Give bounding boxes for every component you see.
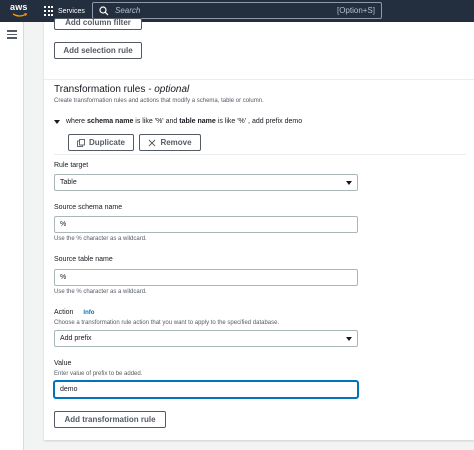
services-menu-button[interactable]: Services <box>44 4 85 18</box>
grid-icon <box>44 6 54 16</box>
aws-logo-text: aws <box>10 2 28 12</box>
rule-target-value: Table <box>60 179 77 186</box>
dropdown-icon <box>346 180 352 185</box>
action-label: Action Info <box>54 309 94 316</box>
source-table-value: % <box>60 274 67 281</box>
value-hint: Enter value of prefix to be added. <box>54 371 143 377</box>
action-value: Add prefix <box>60 335 92 342</box>
value-label: Value <box>54 360 72 367</box>
main-panel: Add column filter Add selection rule Tra… <box>44 18 474 440</box>
action-select[interactable]: Add prefix <box>54 330 358 347</box>
aws-logo[interactable]: aws <box>10 2 30 20</box>
dropdown-icon <box>346 336 352 341</box>
add-transformation-rule-button[interactable]: Add transformation rule <box>54 411 166 428</box>
section-divider <box>44 79 474 80</box>
source-table-input[interactable]: % <box>54 269 358 286</box>
info-link[interactable]: Info <box>83 310 94 316</box>
source-table-label: Source table name <box>54 256 113 263</box>
value-input-value: demo <box>60 386 78 393</box>
action-label-text: Action <box>54 309 74 316</box>
duplicate-button[interactable]: Duplicate <box>68 134 134 151</box>
source-table-hint: Use the % character as a wildcard. <box>54 289 147 295</box>
rule-summary-text: where schema name is like '%' and table … <box>66 118 303 125</box>
rule-target-label: Rule target <box>54 162 89 169</box>
caret-down-icon[interactable] <box>54 119 60 124</box>
add-selection-rule-button[interactable]: Add selection rule <box>54 42 142 59</box>
copy-icon <box>77 138 85 147</box>
action-hint: Choose a transformation rule action that… <box>54 320 280 326</box>
add-column-filter-button[interactable]: Add column filter <box>54 18 142 30</box>
remove-label: Remove <box>160 138 192 147</box>
rule-divider <box>54 154 466 155</box>
source-schema-label: Source schema name <box>54 204 123 211</box>
search-shortcut: [Option+S] <box>336 6 375 15</box>
aws-smile-icon <box>12 13 28 17</box>
search-icon <box>99 5 109 15</box>
section-title-text: Transformation rules <box>54 84 146 95</box>
remove-button[interactable]: Remove <box>139 134 201 151</box>
source-schema-input[interactable]: % <box>54 216 358 233</box>
rule-summary[interactable]: where schema name is like '%' and table … <box>54 118 302 125</box>
section-description: Create transformation rules and actions … <box>54 98 264 104</box>
source-schema-hint: Use the % character as a wildcard. <box>54 236 147 242</box>
section-title: Transformation rules - optional <box>54 84 189 95</box>
search-input[interactable]: Search [Option+S] <box>92 2 382 19</box>
left-nav <box>0 22 24 450</box>
source-schema-value: % <box>60 221 67 228</box>
close-icon <box>149 139 156 146</box>
section-optional: - optional <box>148 84 190 95</box>
search-placeholder: Search <box>115 6 141 15</box>
rule-target-select[interactable]: Table <box>54 174 358 191</box>
menu-icon[interactable] <box>7 30 17 39</box>
value-input[interactable]: demo <box>54 381 358 398</box>
services-label: Services <box>58 7 85 15</box>
duplicate-label: Duplicate <box>88 138 125 147</box>
